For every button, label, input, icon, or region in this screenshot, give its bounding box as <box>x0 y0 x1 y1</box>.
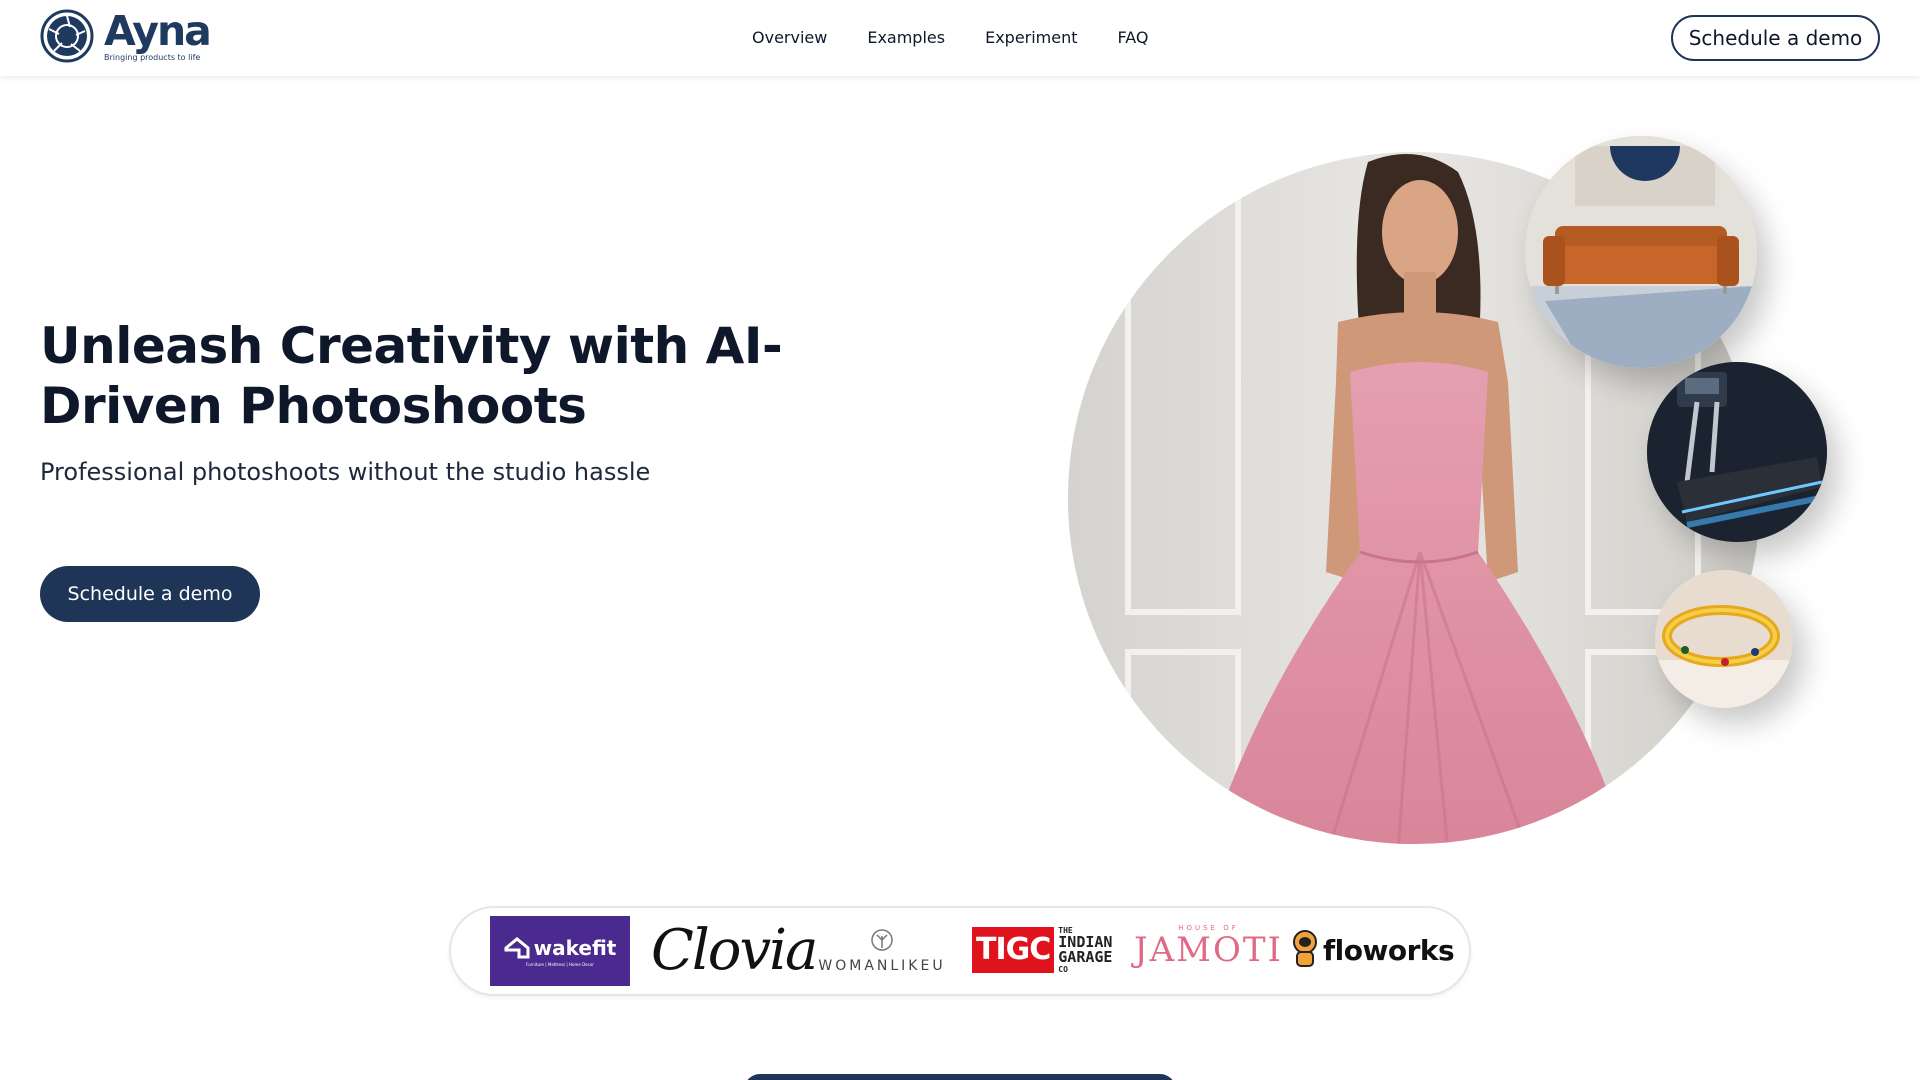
main-nav: Overview Examples Experiment FAQ <box>752 28 1149 48</box>
tigc-garage: GARAGE <box>1058 948 1113 966</box>
nav-examples[interactable]: Examples <box>867 28 945 48</box>
floworks-logo: floworks <box>1291 930 1455 970</box>
womanlikeu-logo: WOMANLIKEU <box>817 928 947 974</box>
header-schedule-demo-button[interactable]: Schedule a demo <box>1671 15 1880 61</box>
bangle-product-image <box>1655 570 1793 708</box>
next-section-button-peek[interactable] <box>744 1074 1176 1080</box>
hero-title: Unleash Creativity with AI-Driven Photos… <box>40 317 783 435</box>
tigc-full-name: THE INDIAN GARAGE CO <box>1058 926 1112 974</box>
aperture-logo-icon <box>40 9 94 63</box>
tigc-short: TIGC <box>972 927 1055 973</box>
brand-logo[interactable]: Ayna Bringing products to life <box>40 7 212 67</box>
sofa-product-image <box>1525 136 1757 368</box>
brand-tagline: Bringing products to life <box>104 53 201 62</box>
brand-wordmark: Ayna Bringing products to life <box>104 7 212 63</box>
site-header: Ayna Bringing products to life Overview … <box>0 0 1920 76</box>
clovia-logo: Clovia <box>651 918 818 983</box>
floworks-name: floworks <box>1323 933 1455 967</box>
wakefit-tagline: Furniture | Mattress | Home Decor <box>526 961 594 967</box>
wakefit-name: wakefit <box>533 935 617 960</box>
hero-schedule-demo-button[interactable]: Schedule a demo <box>40 566 260 622</box>
house-logo-icon <box>504 936 530 958</box>
brand-name: Ayna <box>104 7 212 55</box>
womanlikeu-name: WOMANLIKEU <box>818 958 946 974</box>
nav-experiment[interactable]: Experiment <box>985 28 1077 48</box>
tigc-logo: TIGC THE INDIAN GARAGE CO <box>972 926 1112 974</box>
client-logos-strip: wakefit Furniture | Mattress | Home Deco… <box>449 906 1471 996</box>
jamoti-name: JAMOTI <box>1134 930 1283 970</box>
nav-overview[interactable]: Overview <box>752 28 827 48</box>
wakefit-logo: wakefit Furniture | Mattress | Home Deco… <box>490 916 630 986</box>
nav-faq[interactable]: FAQ <box>1118 28 1149 48</box>
treadmill-product-image <box>1647 362 1827 542</box>
tree-logo-icon <box>871 929 893 951</box>
astronaut-logo-icon <box>1293 930 1317 967</box>
hero-subtitle: Professional photoshoots without the stu… <box>40 458 651 486</box>
jamoti-logo: HOUSE OF JAMOTI <box>1134 924 1283 968</box>
tigc-co: CO <box>1058 965 1068 974</box>
